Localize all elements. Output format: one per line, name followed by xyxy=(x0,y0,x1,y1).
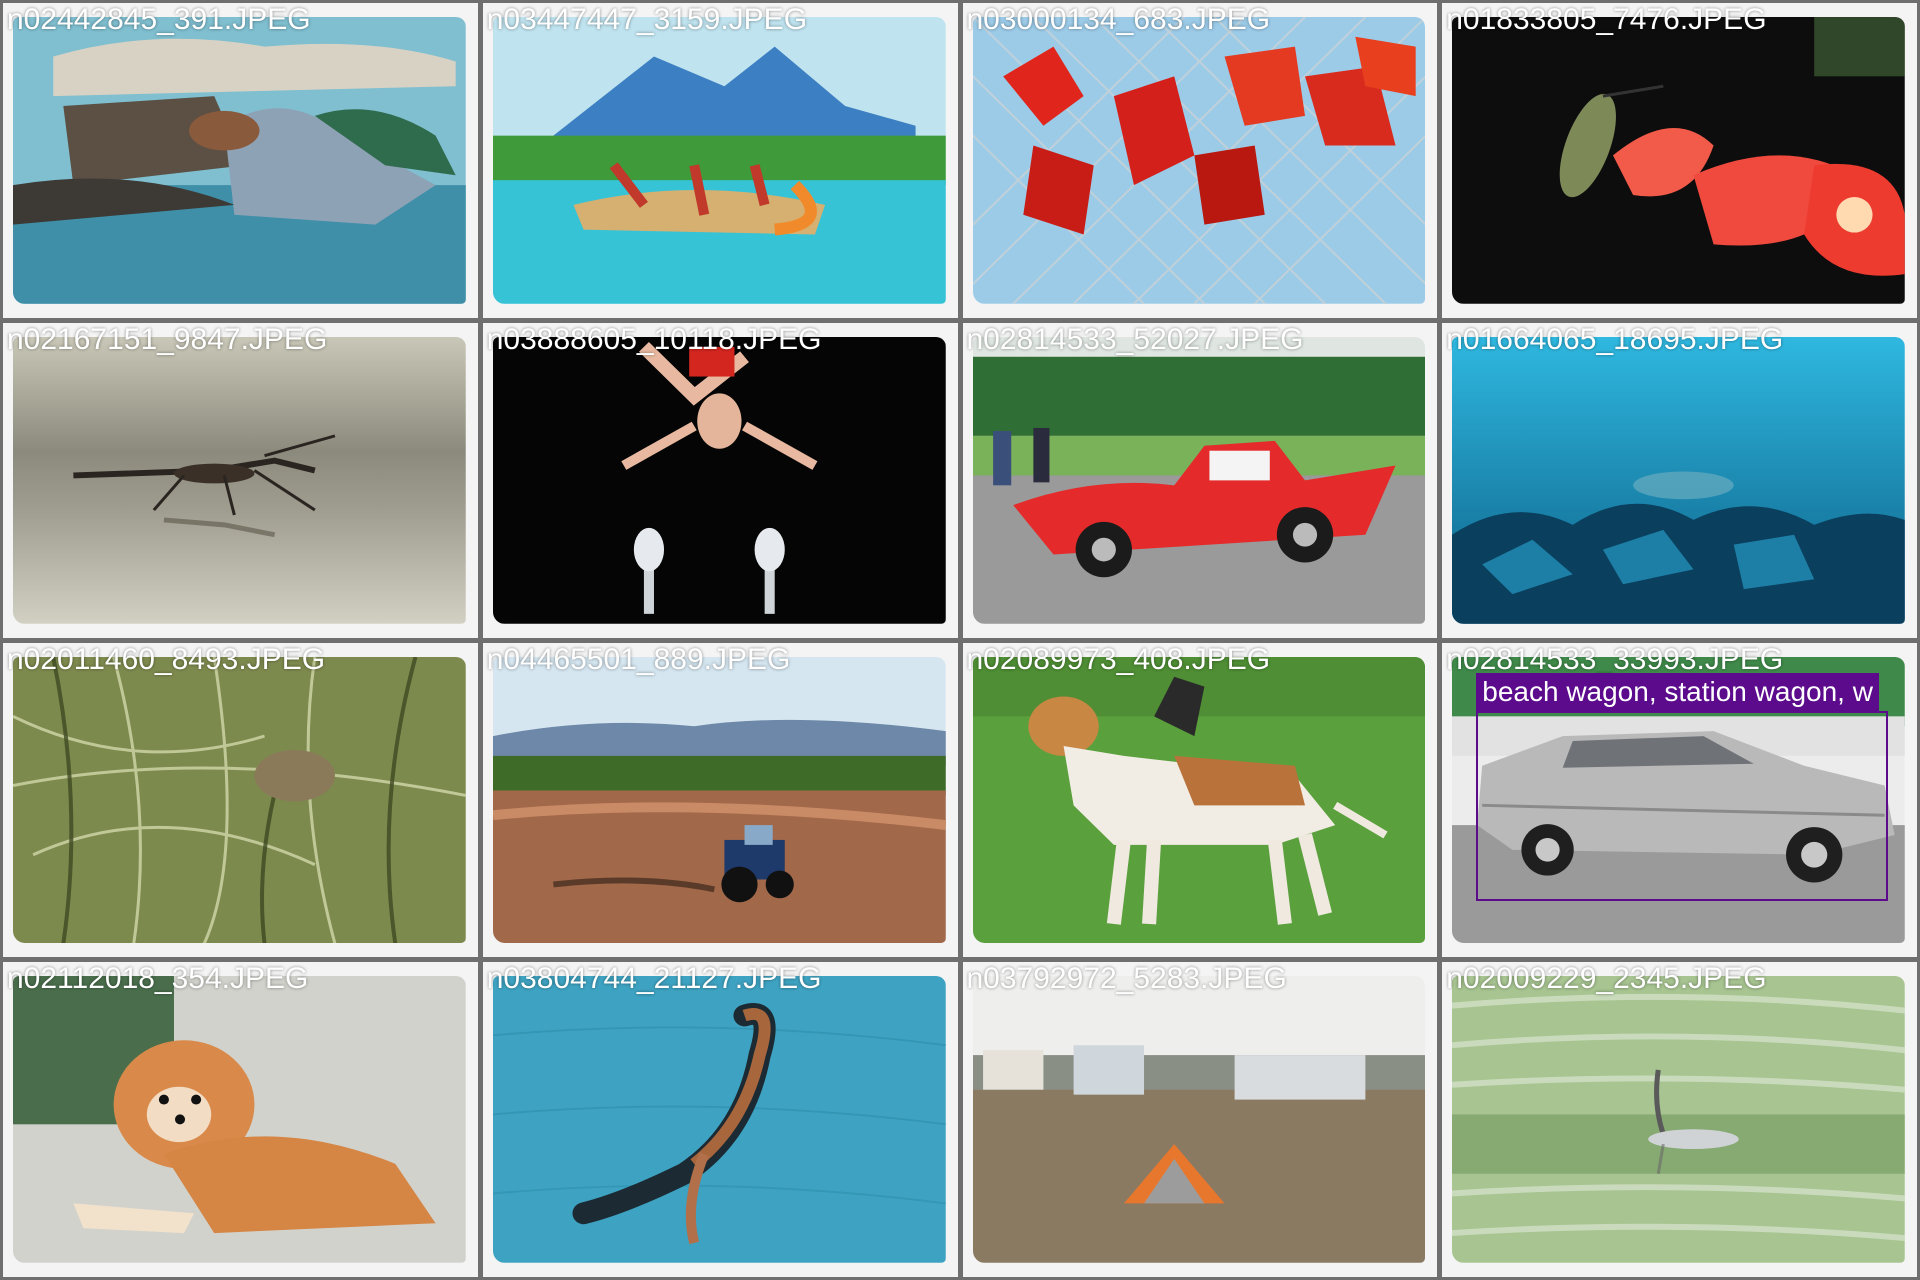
tile-photo xyxy=(972,336,1426,624)
tile-photo xyxy=(492,656,946,944)
tile-filename: n01833805_7476.JPEG xyxy=(1446,3,1767,36)
tile-photo xyxy=(972,976,1426,1263)
tile-photo xyxy=(13,976,466,1263)
image-tile[interactable]: n03804744_21127.JPEG xyxy=(482,962,958,1277)
tile-filename: n03447447_3159.JPEG xyxy=(486,3,808,36)
tile-photo xyxy=(492,17,946,304)
image-grid: n02442845_391.JPEG n03447447_3159.JPEG n… xyxy=(0,0,1920,1280)
image-tile[interactable]: n02011460_8493.JPEG xyxy=(3,642,478,958)
tile-photo xyxy=(13,336,466,624)
tile-filename: n02011460_8493.JPEG xyxy=(7,642,326,676)
tile-photo xyxy=(13,656,466,944)
tile-photo xyxy=(13,17,466,304)
image-tile[interactable]: n03888605_10118.JPEG xyxy=(482,322,958,638)
image-tile[interactable]: n02814533_33993.JPEG beach wagon, statio… xyxy=(1442,642,1917,958)
tile-photo xyxy=(972,17,1426,304)
image-tile[interactable]: n04465501_889.JPEG xyxy=(482,642,958,958)
tile-photo xyxy=(492,336,946,624)
tile-photo xyxy=(1452,336,1905,624)
tile-filename: n03804744_21127.JPEG xyxy=(486,962,822,996)
image-tile[interactable]: n02167151_9847.JPEG xyxy=(3,322,478,638)
image-tile[interactable]: n02009229_2345.JPEG xyxy=(1442,962,1917,1277)
image-tile[interactable]: n01833805_7476.JPEG xyxy=(1442,3,1917,318)
image-tile[interactable]: n02112018_354.JPEG xyxy=(3,962,478,1277)
tile-filename: n03792972_5283.JPEG xyxy=(966,962,1287,996)
image-tile[interactable]: n01664065_18695.JPEG xyxy=(1442,322,1917,638)
tile-photo xyxy=(972,656,1426,944)
image-tile[interactable]: n02814533_52027.JPEG xyxy=(962,322,1438,638)
tile-filename: n03888605_10118.JPEG xyxy=(486,322,822,356)
image-tile[interactable]: n03447447_3159.JPEG xyxy=(482,3,958,318)
tile-photo xyxy=(1452,17,1905,304)
tile-filename: n02814533_52027.JPEG xyxy=(966,322,1304,356)
image-tile[interactable]: n03792972_5283.JPEG xyxy=(962,962,1438,1277)
tile-filename: n02442845_391.JPEG xyxy=(7,3,311,36)
tile-filename: n02814533_33993.JPEG xyxy=(1446,642,1784,676)
tile-filename: n02089973_408.JPEG xyxy=(966,642,1271,676)
image-tile[interactable]: n02442845_391.JPEG xyxy=(3,3,478,318)
image-tile[interactable]: n02089973_408.JPEG xyxy=(962,642,1438,958)
tile-filename: n02112018_354.JPEG xyxy=(7,962,309,996)
tile-filename: n02009229_2345.JPEG xyxy=(1446,962,1767,996)
tile-filename: n04465501_889.JPEG xyxy=(486,642,791,676)
tile-filename: n03000134_683.JPEG xyxy=(966,3,1271,36)
detection-bounding-box xyxy=(1476,710,1889,901)
image-tile[interactable]: n03000134_683.JPEG xyxy=(962,3,1438,318)
tile-filename: n01664065_18695.JPEG xyxy=(1446,322,1784,356)
tile-photo xyxy=(492,976,946,1263)
detection-label: beach wagon, station wagon, w xyxy=(1476,672,1879,711)
tile-photo xyxy=(1452,976,1905,1263)
tile-filename: n02167151_9847.JPEG xyxy=(7,322,328,356)
